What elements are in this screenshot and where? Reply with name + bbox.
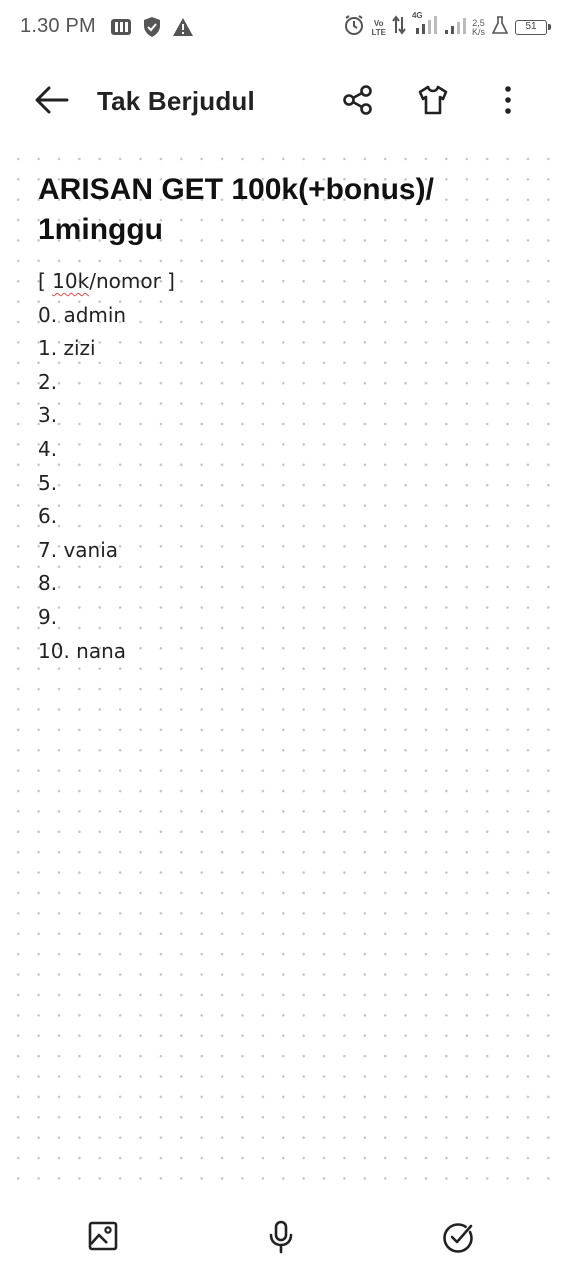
- list-item: 5.: [38, 470, 58, 495]
- status-right-icons: Vo LTE 4G 2,5 K/s 51: [343, 11, 551, 41]
- list-item: 6.: [38, 504, 58, 529]
- list-item: 10. nana: [38, 638, 127, 663]
- list-item: 3.: [38, 403, 58, 428]
- volte-indicator: Vo LTE: [371, 18, 386, 37]
- page-title[interactable]: Tak Berjudul: [97, 86, 255, 117]
- spellcheck-word: 10k: [52, 269, 90, 293]
- back-arrow-icon[interactable]: [34, 85, 70, 115]
- list-item: 1. zizi: [38, 336, 96, 361]
- alarm-icon: [343, 14, 365, 41]
- check-circle-icon[interactable]: [442, 1220, 474, 1254]
- note-body[interactable]: [ 10k/nomor ] 0. admin 1. zizi 2. 3. 4. …: [38, 265, 508, 668]
- data-arrows-icon: [392, 15, 406, 40]
- note-title[interactable]: ARISAN GET 100k(+bonus)/ 1minggu: [38, 170, 508, 250]
- share-icon[interactable]: [342, 84, 374, 116]
- status-time: 1.30 PM: [20, 15, 96, 37]
- list-item: 4.: [38, 436, 58, 461]
- app-bar: Tak Berjudul: [0, 58, 561, 144]
- more-vert-icon[interactable]: [492, 84, 524, 116]
- status-left-icons: [110, 16, 194, 43]
- list-item: 7. vania: [38, 537, 119, 562]
- list-item: 0. admin: [38, 302, 127, 327]
- bottom-toolbar: [0, 1180, 561, 1280]
- status-bar: 1.30 PM Vo LTE 4G 2,5 K/s 51: [0, 0, 561, 58]
- signal-4g: 4G: [412, 11, 438, 41]
- battery-icon: 51: [515, 20, 551, 35]
- flask-icon: [491, 15, 509, 40]
- network-speed: 2,5 K/s: [471, 17, 485, 37]
- warning-icon: [172, 17, 194, 42]
- image-icon[interactable]: [87, 1220, 119, 1254]
- note-editor-screen: 1.30 PM Vo LTE 4G 2,5 K/s 51 Tak Berjudu…: [0, 0, 561, 1280]
- signal-icon: [444, 14, 466, 41]
- microphone-icon[interactable]: [265, 1220, 297, 1254]
- shield-icon: [142, 16, 162, 43]
- list-item: 2.: [38, 369, 58, 394]
- shirt-icon[interactable]: [417, 84, 449, 116]
- note-header-line: [ 10k/nomor ]: [38, 269, 175, 293]
- list-item: 9.: [38, 604, 58, 629]
- list-item: 8.: [38, 571, 58, 596]
- message-icon: [110, 17, 132, 42]
